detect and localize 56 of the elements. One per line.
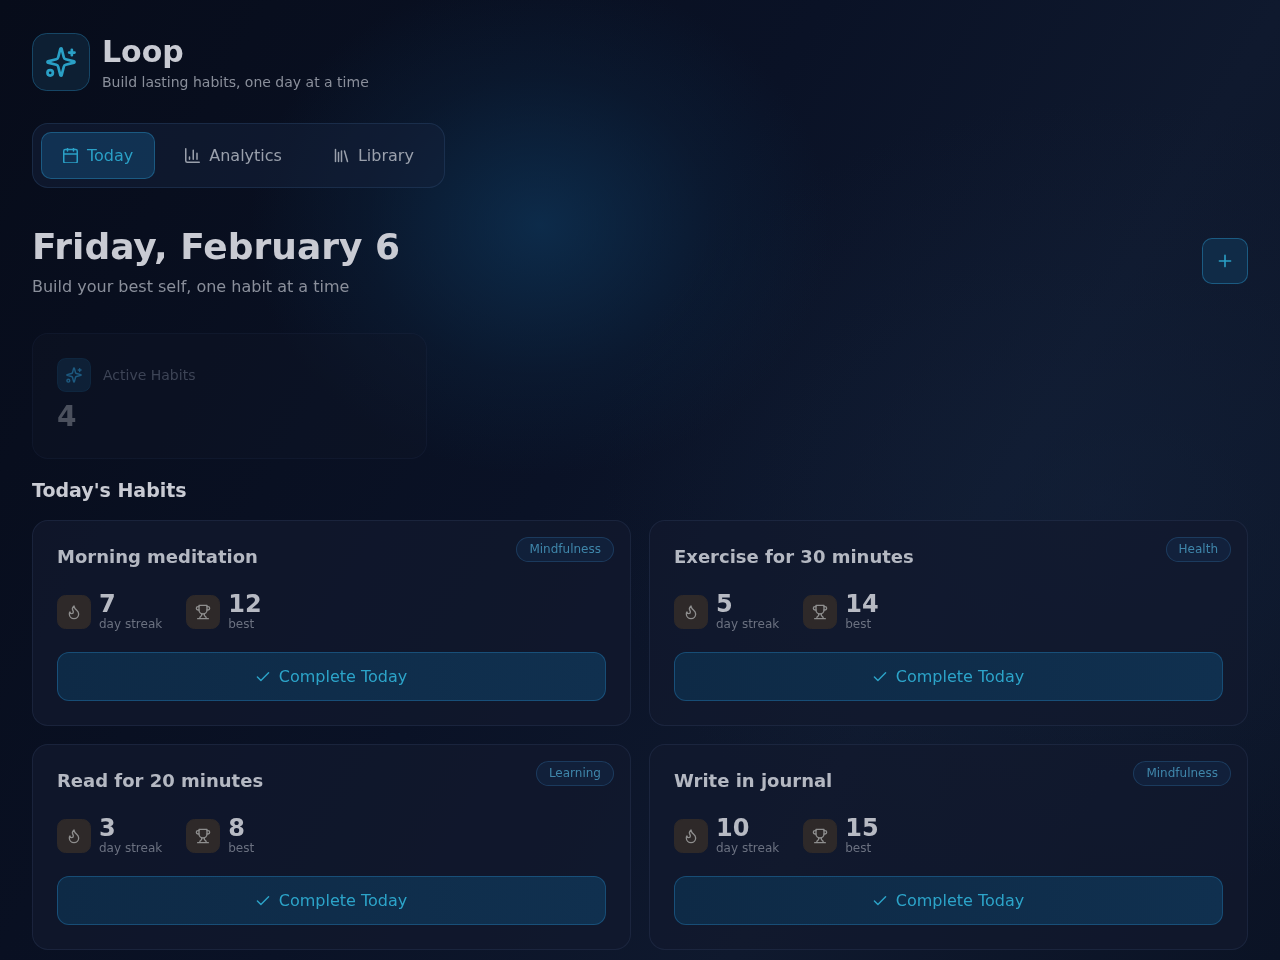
stat-caption: day streak	[99, 617, 163, 632]
complete-button[interactable]: Complete Today	[674, 876, 1223, 925]
sparkles-icon	[57, 358, 91, 392]
stat-caption: best	[228, 841, 255, 856]
plus-icon	[1217, 253, 1233, 269]
category-tag: Learning	[535, 761, 614, 786]
flame-icon	[674, 818, 708, 853]
habit-title: Write in journal	[674, 769, 833, 793]
flame-icon	[674, 594, 708, 629]
complete-button[interactable]: Complete Today	[57, 652, 606, 701]
stat-number: 10	[716, 815, 751, 841]
complete-button[interactable]: Complete Today	[674, 652, 1223, 701]
sparkles-icon	[32, 33, 90, 91]
stat-caption: best	[845, 841, 873, 856]
trophy-icon	[186, 818, 221, 853]
add-button[interactable]	[1202, 238, 1248, 284]
habit-title: Exercise for 30 minutes	[674, 545, 914, 569]
stat-number: 5	[716, 591, 734, 617]
stat-caption: day streak	[99, 841, 163, 856]
calendar-icon	[63, 148, 78, 163]
flame-icon	[57, 594, 91, 629]
check-icon	[872, 669, 887, 684]
category-tag: Health	[1165, 537, 1231, 562]
flame-icon	[57, 818, 91, 853]
stat-caption: best	[845, 617, 873, 632]
category-tag: Mindfulness	[1133, 761, 1231, 786]
check-icon	[255, 669, 270, 684]
page-subtitle: Build your best self, one habit at a time	[32, 277, 351, 297]
stat-number: 7	[99, 591, 117, 617]
stat-number: 3	[99, 815, 117, 841]
app-tagline: Build lasting habits, one day at a time	[102, 72, 369, 91]
stat-number: 15	[845, 815, 879, 841]
page-title: Friday, February 6	[32, 225, 400, 269]
trophy-icon	[186, 594, 221, 629]
trophy-icon	[803, 594, 838, 629]
bar-chart-icon	[185, 148, 201, 163]
stat-number: 12	[228, 591, 262, 617]
books-icon	[333, 148, 349, 163]
stat-number: 14	[845, 591, 879, 617]
stat-number: 8	[228, 815, 246, 841]
habit-title: Morning meditation	[57, 545, 258, 569]
section-title: Today's Habits	[32, 478, 188, 502]
stat-caption: best	[228, 617, 256, 632]
habit-title: Read for 20 minutes	[57, 769, 264, 793]
check-icon	[872, 893, 887, 908]
app-title: Loop	[102, 33, 185, 70]
category-tag: Mindfulness	[516, 537, 614, 562]
nav-tab[interactable]: Analytics	[163, 132, 304, 179]
trophy-icon	[803, 818, 838, 853]
check-icon	[255, 893, 270, 908]
complete-button[interactable]: Complete Today	[57, 876, 606, 925]
nav-tab[interactable]: Library	[311, 132, 436, 179]
nav-tab[interactable]: Today	[41, 132, 156, 179]
stat-caption: day streak	[716, 841, 780, 856]
stat-value: 4	[57, 400, 78, 434]
stat-caption: day streak	[716, 617, 780, 632]
